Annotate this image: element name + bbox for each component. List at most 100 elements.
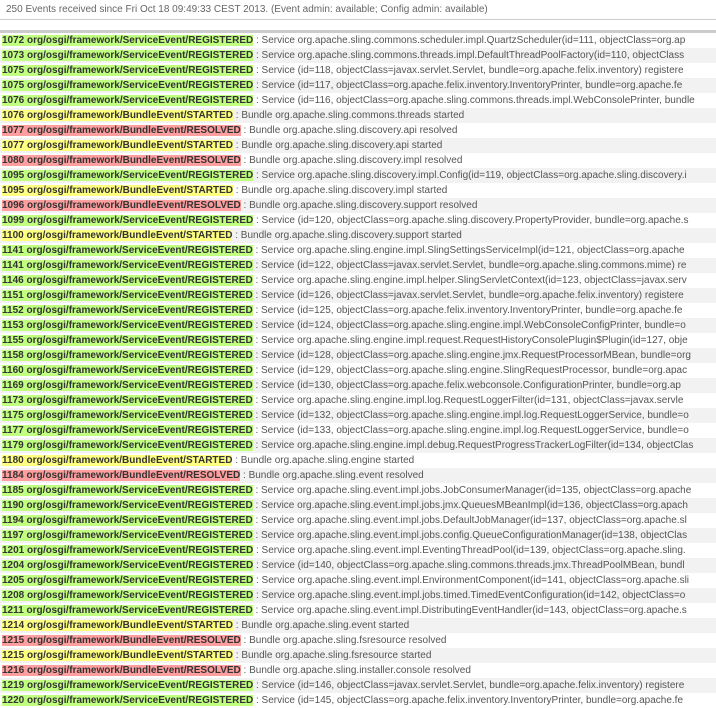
event-row[interactable]: 1175 org/osgi/framework/ServiceEvent/REG… — [0, 408, 716, 423]
event-row[interactable]: 1095 org/osgi/framework/ServiceEvent/REG… — [0, 168, 716, 183]
event-index: 1204 — [2, 560, 24, 571]
event-message: : Service (id=117, objectClass=org.apach… — [253, 80, 682, 91]
event-message: : Service (id=116, objectClass=org.apach… — [253, 95, 695, 106]
event-row[interactable]: 1076 org/osgi/framework/BundleEvent/STAR… — [0, 108, 716, 123]
event-row[interactable]: 1215 org/osgi/framework/BundleEvent/RESO… — [0, 633, 716, 648]
event-index: 1169 — [2, 380, 24, 391]
event-row[interactable]: 1100 org/osgi/framework/BundleEvent/STAR… — [0, 228, 716, 243]
event-index: 1076 — [2, 110, 24, 121]
event-message: : Service (id=128, objectClass=org.apach… — [253, 350, 691, 361]
event-index: 1190 — [2, 500, 24, 511]
event-message: : Bundle org.apache.sling.event started — [233, 620, 409, 631]
event-message: : Service org.apache.sling.event.impl.jo… — [253, 590, 685, 601]
event-topic: org/osgi/framework/BundleEvent/RESOLVED — [24, 200, 241, 211]
event-index: 1077 — [2, 125, 24, 136]
event-row[interactable]: 1153 org/osgi/framework/ServiceEvent/REG… — [0, 318, 716, 333]
event-row[interactable]: 1204 org/osgi/framework/ServiceEvent/REG… — [0, 558, 716, 573]
event-message: : Service org.apache.sling.event.impl.jo… — [253, 515, 687, 526]
event-row[interactable]: 1180 org/osgi/framework/BundleEvent/STAR… — [0, 453, 716, 468]
event-topic: org/osgi/framework/BundleEvent/STARTED — [24, 110, 233, 121]
event-message: : Service (id=145, objectClass=org.apach… — [253, 695, 683, 706]
event-topic: org/osgi/framework/ServiceEvent/REGISTER… — [24, 485, 253, 496]
event-row[interactable]: 1194 org/osgi/framework/ServiceEvent/REG… — [0, 513, 716, 528]
event-row[interactable]: 1179 org/osgi/framework/ServiceEvent/REG… — [0, 438, 716, 453]
event-message: : Service (id=126, objectClass=javax.ser… — [253, 290, 684, 301]
event-row[interactable]: 1077 org/osgi/framework/BundleEvent/RESO… — [0, 123, 716, 138]
event-row[interactable]: 1155 org/osgi/framework/ServiceEvent/REG… — [0, 333, 716, 348]
events-header-text: 250 Events received since Fri Oct 18 09:… — [6, 4, 488, 15]
event-message: : Bundle org.apache.sling.commons.thread… — [233, 110, 464, 121]
event-row[interactable]: 1160 org/osgi/framework/ServiceEvent/REG… — [0, 363, 716, 378]
event-index: 1075 — [2, 65, 24, 76]
event-row[interactable]: 1177 org/osgi/framework/ServiceEvent/REG… — [0, 423, 716, 438]
event-row[interactable]: 1072 org/osgi/framework/ServiceEvent/REG… — [0, 33, 716, 48]
event-message: : Service org.apache.sling.engine.impl.r… — [253, 335, 688, 346]
event-row[interactable]: 1141 org/osgi/framework/ServiceEvent/REG… — [0, 243, 716, 258]
event-row[interactable]: 1219 org/osgi/framework/ServiceEvent/REG… — [0, 678, 716, 693]
event-row[interactable]: 1075 org/osgi/framework/ServiceEvent/REG… — [0, 78, 716, 93]
event-row[interactable]: 1208 org/osgi/framework/ServiceEvent/REG… — [0, 588, 716, 603]
event-message: : Bundle org.apache.sling.discovery.supp… — [241, 200, 478, 211]
event-index: 1180 — [2, 455, 24, 466]
event-row[interactable]: 1073 org/osgi/framework/ServiceEvent/REG… — [0, 48, 716, 63]
event-row[interactable]: 1215 org/osgi/framework/BundleEvent/STAR… — [0, 648, 716, 663]
event-row[interactable]: 1216 org/osgi/framework/BundleEvent/RESO… — [0, 663, 716, 678]
event-topic: org/osgi/framework/ServiceEvent/REGISTER… — [24, 695, 253, 706]
event-message: : Bundle org.apache.sling.installer.cons… — [241, 665, 471, 676]
event-message: : Service (id=125, objectClass=org.apach… — [253, 305, 683, 316]
event-index: 1099 — [2, 215, 24, 226]
event-row[interactable]: 1151 org/osgi/framework/ServiceEvent/REG… — [0, 288, 716, 303]
event-topic: org/osgi/framework/ServiceEvent/REGISTER… — [24, 380, 253, 391]
event-row[interactable]: 1076 org/osgi/framework/ServiceEvent/REG… — [0, 93, 716, 108]
event-row[interactable]: 1169 org/osgi/framework/ServiceEvent/REG… — [0, 378, 716, 393]
event-row[interactable]: 1197 org/osgi/framework/ServiceEvent/REG… — [0, 528, 716, 543]
event-index: 1153 — [2, 320, 24, 331]
event-row[interactable]: 1214 org/osgi/framework/BundleEvent/STAR… — [0, 618, 716, 633]
event-index: 1141 — [2, 260, 24, 271]
event-row[interactable]: 1190 org/osgi/framework/ServiceEvent/REG… — [0, 498, 716, 513]
event-index: 1216 — [2, 665, 24, 676]
event-message: : Bundle org.apache.sling.discovery.api … — [241, 125, 458, 136]
event-row[interactable]: 1185 org/osgi/framework/ServiceEvent/REG… — [0, 483, 716, 498]
event-index: 1075 — [2, 80, 24, 91]
event-topic: org/osgi/framework/ServiceEvent/REGISTER… — [24, 215, 253, 226]
event-row[interactable]: 1095 org/osgi/framework/BundleEvent/STAR… — [0, 183, 716, 198]
event-topic: org/osgi/framework/ServiceEvent/REGISTER… — [24, 395, 253, 406]
event-row[interactable]: 1184 org/osgi/framework/BundleEvent/RESO… — [0, 468, 716, 483]
event-index: 1208 — [2, 590, 24, 601]
event-index: 1185 — [2, 485, 24, 496]
event-row[interactable]: 1077 org/osgi/framework/BundleEvent/STAR… — [0, 138, 716, 153]
event-row[interactable]: 1152 org/osgi/framework/ServiceEvent/REG… — [0, 303, 716, 318]
event-row[interactable]: 1096 org/osgi/framework/BundleEvent/RESO… — [0, 198, 716, 213]
event-topic: org/osgi/framework/BundleEvent/RESOLVED — [24, 155, 241, 166]
event-row[interactable]: 1146 org/osgi/framework/ServiceEvent/REG… — [0, 273, 716, 288]
event-row[interactable]: 1158 org/osgi/framework/ServiceEvent/REG… — [0, 348, 716, 363]
event-row[interactable]: 1205 org/osgi/framework/ServiceEvent/REG… — [0, 573, 716, 588]
event-index: 1215 — [2, 650, 24, 661]
event-row[interactable]: 1075 org/osgi/framework/ServiceEvent/REG… — [0, 63, 716, 78]
event-topic: org/osgi/framework/ServiceEvent/REGISTER… — [24, 560, 253, 571]
event-index: 1095 — [2, 185, 24, 196]
event-topic: org/osgi/framework/ServiceEvent/REGISTER… — [24, 590, 253, 601]
event-index: 1219 — [2, 680, 24, 691]
event-topic: org/osgi/framework/BundleEvent/RESOLVED — [24, 125, 241, 136]
event-message: : Service org.apache.sling.discovery.imp… — [253, 170, 687, 181]
event-index: 1100 — [2, 230, 24, 241]
event-row[interactable]: 1220 org/osgi/framework/ServiceEvent/REG… — [0, 693, 716, 708]
event-row[interactable]: 1211 org/osgi/framework/ServiceEvent/REG… — [0, 603, 716, 618]
event-row[interactable]: 1099 org/osgi/framework/ServiceEvent/REG… — [0, 213, 716, 228]
event-topic: org/osgi/framework/ServiceEvent/REGISTER… — [24, 680, 253, 691]
event-row[interactable]: 1201 org/osgi/framework/ServiceEvent/REG… — [0, 543, 716, 558]
event-index: 1179 — [2, 440, 24, 451]
event-topic: org/osgi/framework/ServiceEvent/REGISTER… — [24, 260, 253, 271]
event-row[interactable]: 1173 org/osgi/framework/ServiceEvent/REG… — [0, 393, 716, 408]
event-topic: org/osgi/framework/ServiceEvent/REGISTER… — [24, 320, 253, 331]
event-topic: org/osgi/framework/BundleEvent/STARTED — [24, 650, 233, 661]
event-row[interactable]: 1080 org/osgi/framework/BundleEvent/RESO… — [0, 153, 716, 168]
event-index: 1151 — [2, 290, 24, 301]
event-topic: org/osgi/framework/BundleEvent/RESOLVED — [24, 470, 241, 481]
event-topic: org/osgi/framework/ServiceEvent/REGISTER… — [24, 440, 253, 451]
event-row[interactable]: 1141 org/osgi/framework/ServiceEvent/REG… — [0, 258, 716, 273]
event-index: 1152 — [2, 305, 24, 316]
event-topic: org/osgi/framework/ServiceEvent/REGISTER… — [24, 500, 253, 511]
